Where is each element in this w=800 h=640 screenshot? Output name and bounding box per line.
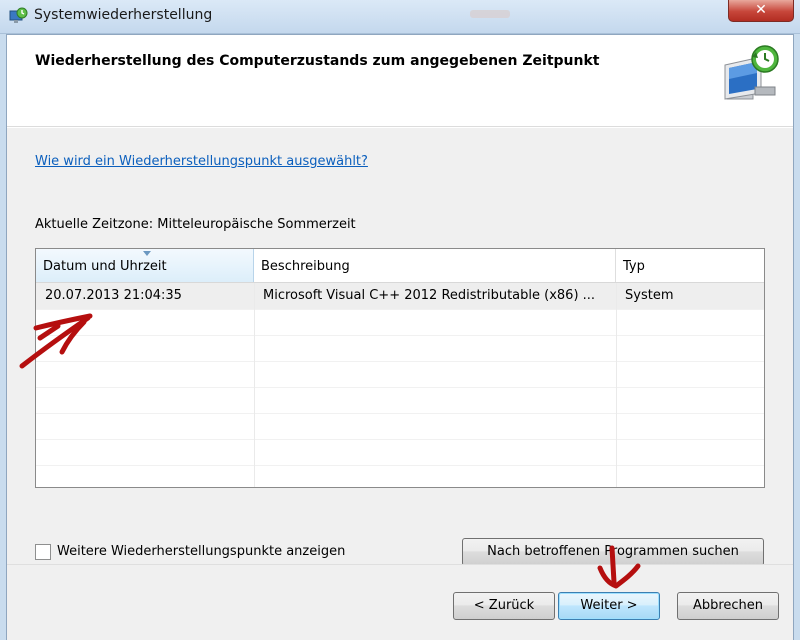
- sort-arrow-icon: [143, 251, 151, 256]
- timezone-label: Aktuelle Zeitzone: Mitteleuropäische Som…: [35, 217, 356, 232]
- column-divider: [254, 283, 255, 487]
- close-button[interactable]: ✕: [728, 0, 794, 22]
- dialog-body: Wie wird ein Wiederherstellungspunkt aus…: [7, 128, 793, 566]
- help-link[interactable]: Wie wird ein Wiederherstellungspunkt aus…: [35, 154, 368, 169]
- row-divider: [36, 387, 764, 388]
- column-header-description[interactable]: Beschreibung: [254, 249, 616, 282]
- page-title: Wiederherstellung des Computerzustands z…: [35, 53, 600, 69]
- window-title: Systemwiederherstellung: [34, 7, 213, 23]
- row-divider: [36, 465, 764, 466]
- cancel-button[interactable]: Abbrechen: [677, 592, 779, 620]
- system-restore-app-icon: [9, 7, 28, 23]
- table-body: 20.07.2013 21:04:35 Microsoft Visual C++…: [36, 283, 764, 487]
- row-divider: [36, 309, 764, 310]
- title-bar: Systemwiederherstellung ✕: [0, 0, 800, 34]
- next-button[interactable]: Weiter >: [558, 592, 660, 620]
- row-divider: [36, 413, 764, 414]
- cell-type: System: [625, 288, 674, 303]
- cell-description: Microsoft Visual C++ 2012 Redistributabl…: [263, 288, 596, 303]
- dialog-header: Wiederherstellung des Computerzustands z…: [7, 35, 793, 127]
- back-button[interactable]: < Zurück: [453, 592, 555, 620]
- blurred-overlay-mark: [470, 10, 510, 18]
- show-more-restore-points-checkbox[interactable]: [35, 544, 51, 560]
- scan-affected-programs-button[interactable]: Nach betroffenen Programmen suchen: [462, 538, 764, 566]
- dialog-footer: < Zurück Weiter > Abbrechen: [7, 564, 793, 640]
- row-divider: [36, 439, 764, 440]
- row-divider: [36, 335, 764, 336]
- row-divider: [36, 361, 764, 362]
- cell-date: 20.07.2013 21:04:35: [45, 288, 182, 303]
- show-more-restore-points-label[interactable]: Weitere Wiederherstellungspunkte anzeige…: [57, 544, 345, 559]
- system-restore-monitor-icon: [724, 45, 779, 100]
- column-header-type[interactable]: Typ: [616, 249, 764, 282]
- table-row[interactable]: 20.07.2013 21:04:35 Microsoft Visual C++…: [36, 283, 764, 309]
- column-divider: [616, 283, 617, 487]
- table-header: Datum und Uhrzeit Beschreibung Typ: [36, 249, 764, 283]
- restore-points-table: Datum und Uhrzeit Beschreibung Typ 20.07…: [35, 248, 765, 488]
- dialog-frame: Wiederherstellung des Computerzustands z…: [6, 34, 794, 640]
